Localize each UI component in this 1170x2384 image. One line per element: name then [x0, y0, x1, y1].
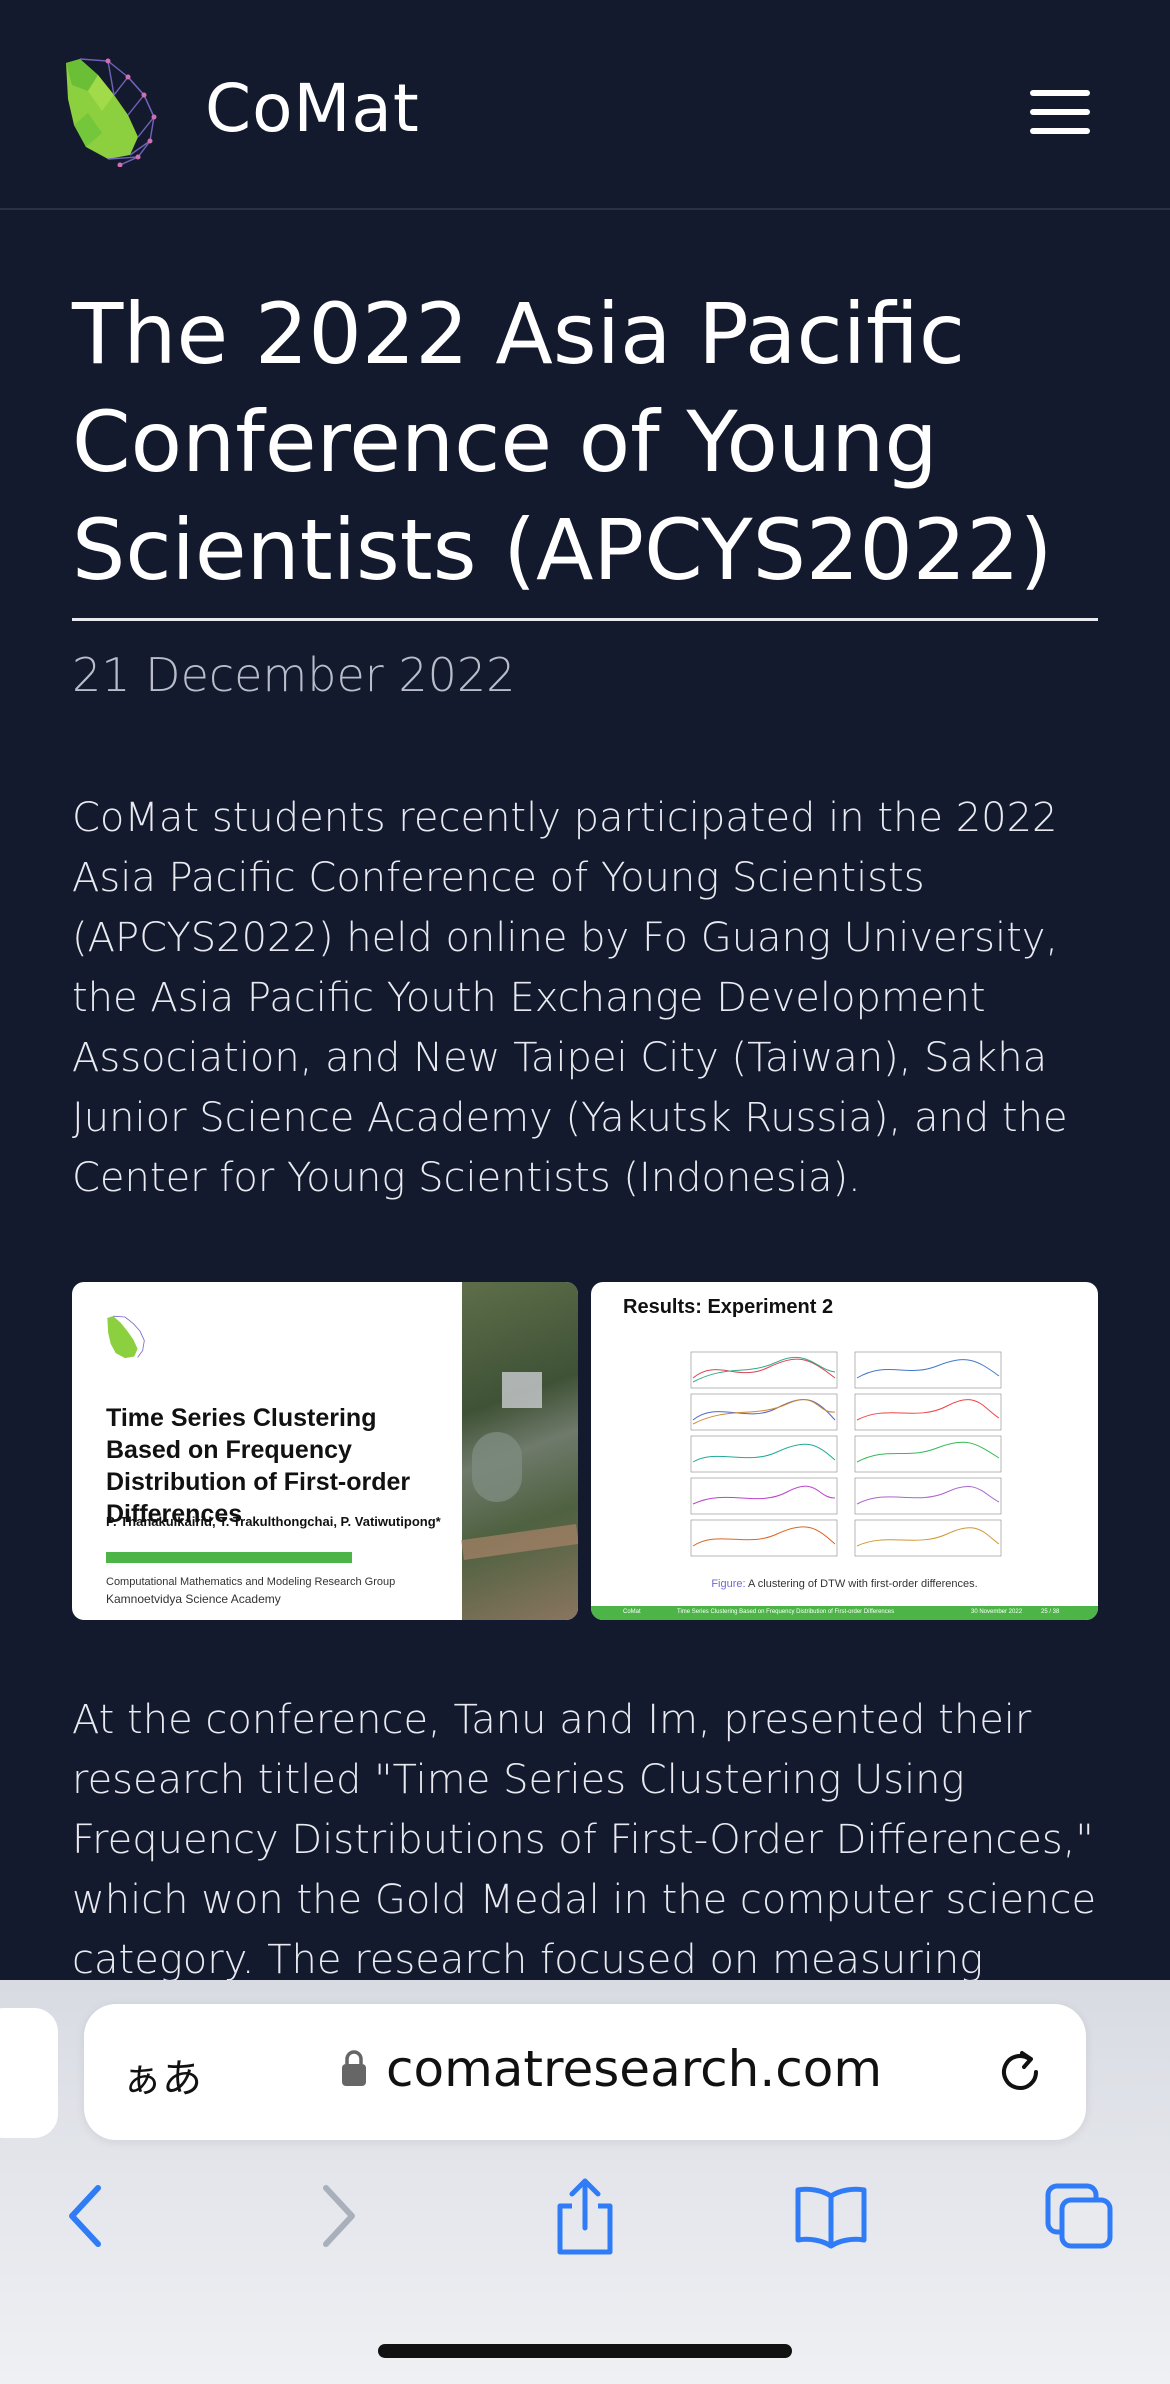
- forward-chevron-icon[interactable]: [316, 2176, 362, 2256]
- hamburger-menu-icon[interactable]: [1030, 90, 1090, 134]
- address-bar[interactable]: ぁあ comatresearch.com: [84, 2004, 1086, 2140]
- lock-icon: [342, 2050, 366, 2086]
- share-icon[interactable]: [552, 2176, 618, 2256]
- url-text[interactable]: comatresearch.com: [386, 2040, 882, 2098]
- home-indicator[interactable]: [378, 2344, 792, 2358]
- footer-left-text: CoMat: [623, 1609, 641, 1615]
- footer-mid-text: Time Series Clustering Based on Frequenc…: [677, 1609, 895, 1615]
- page-settings-button[interactable]: ぁあ: [122, 2046, 202, 2104]
- slide-academy: Kamnoetvidya Science Academy: [106, 1592, 281, 1606]
- title-divider: [72, 618, 1098, 621]
- tabs-icon[interactable]: [1044, 2176, 1114, 2256]
- slide-results-title: Results: Experiment 2: [623, 1296, 834, 1318]
- previous-tab-peek[interactable]: [0, 2008, 58, 2138]
- article-title: The 2022 Asia Pacific Conference of Youn…: [72, 285, 1053, 599]
- article-paragraph-2: At the conference, Tanu and Im, presente…: [72, 1697, 1097, 1983]
- results-slide-image: Results: Experiment 2 Figure: A clusteri…: [591, 1282, 1098, 1620]
- slide-logo-icon: [107, 1315, 145, 1359]
- clustering-plots-grid: [690, 1351, 1002, 1557]
- footer-page-text: 25 / 38: [1041, 1609, 1060, 1615]
- article-paragraph-1: CoMat students recently participated in …: [72, 795, 1068, 1201]
- slide-title: Time Series Clustering Based on Frequenc…: [106, 1404, 411, 1528]
- site-brand[interactable]: CoMat: [205, 70, 420, 147]
- reload-icon[interactable]: [992, 2044, 1048, 2100]
- slide-figure-caption: Figure: A clustering of DTW with first-o…: [591, 1578, 1098, 1590]
- slide-footer-bar: CoMat Time Series Clustering Based on Fr…: [591, 1606, 1098, 1620]
- site-header: CoMat: [0, 0, 1170, 210]
- slide-research-group: Computational Mathematics and Modeling R…: [106, 1576, 396, 1588]
- article-date: 21 December 2022: [72, 648, 516, 702]
- bookmarks-book-icon[interactable]: [794, 2176, 868, 2256]
- comat-logo-icon[interactable]: [58, 55, 158, 167]
- aerial-campus-photo: [461, 1282, 578, 1620]
- title-slide-image: Time Series Clustering Based on Frequenc…: [72, 1282, 578, 1620]
- figure-caption-text: A clustering of DTW with first-order dif…: [748, 1578, 978, 1590]
- footer-date-text: 30 November 2022: [971, 1609, 1023, 1615]
- slide-authors: P. Thanakulkairid, T. Trakulthongchai, P…: [106, 1514, 441, 1529]
- back-chevron-icon[interactable]: [62, 2176, 108, 2256]
- figure-label: Figure:: [711, 1578, 746, 1590]
- slide-green-bar: [106, 1552, 352, 1563]
